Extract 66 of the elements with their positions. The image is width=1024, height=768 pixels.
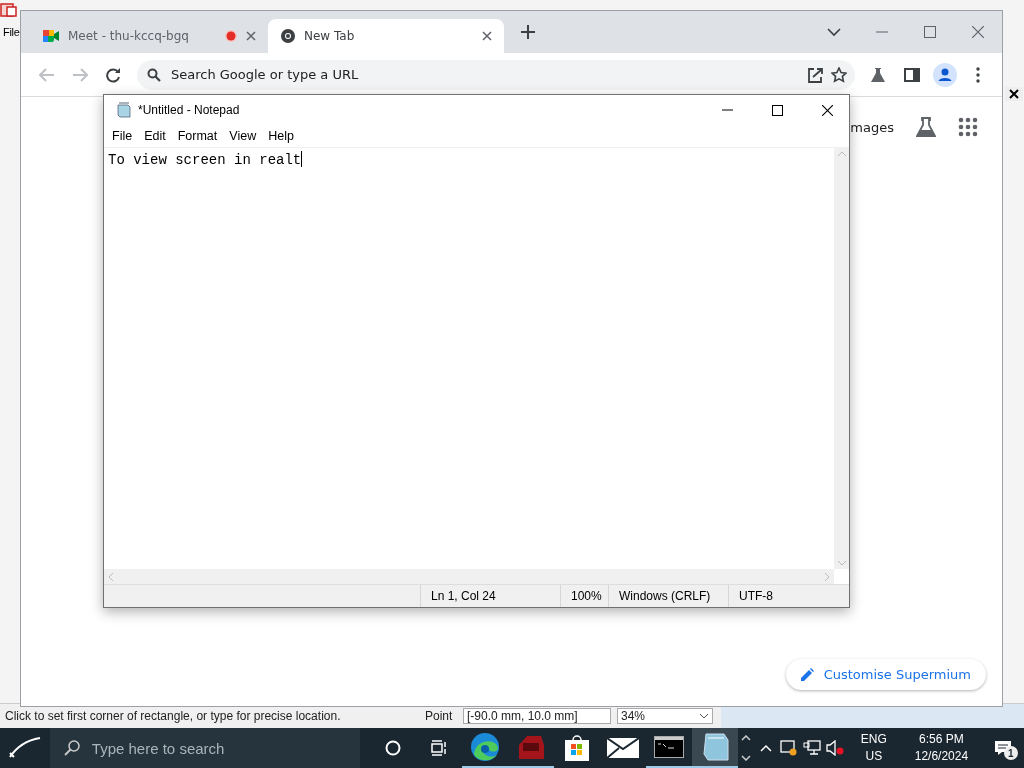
text-area[interactable]: To view screen in realt: [104, 148, 834, 569]
terminal-icon[interactable]: [653, 736, 684, 758]
mail-icon[interactable]: [606, 738, 639, 758]
menu-item[interactable]: File: [0, 26, 20, 38]
close-icon[interactable]: [482, 31, 492, 41]
coordinate-field: [-90.0 mm, 10.0 mm]: [463, 708, 611, 724]
browser-icon[interactable]: [469, 732, 500, 762]
status-text: 100%: [560, 585, 608, 607]
status-text: Windows (CRLF): [608, 585, 728, 607]
clock[interactable]: 6:56 PM 12/6/2024: [900, 728, 982, 768]
menu-item[interactable]: Edit: [138, 129, 172, 143]
time-text: 6:56 PM: [919, 731, 964, 748]
field-label: Point: [425, 709, 454, 723]
zoom-dropdown[interactable]: 34%: [617, 708, 713, 724]
store-icon[interactable]: [563, 734, 590, 762]
notepad-icon: [116, 102, 132, 118]
images-link[interactable]: mages: [850, 119, 894, 135]
menu-item[interactable]: View: [223, 129, 263, 143]
side-panel-icon[interactable]: [903, 67, 920, 82]
region-text: US: [865, 748, 883, 765]
status-text: Click to set first corner of rectangle, or type for precise location.: [4, 709, 342, 723]
browser-tab[interactable]: New Tab: [268, 19, 504, 53]
menu-item[interactable]: Format: [171, 129, 224, 143]
menu-item[interactable]: File: [106, 129, 139, 143]
share-icon[interactable]: [806, 66, 823, 83]
language-indicator[interactable]: ENG US: [846, 728, 901, 768]
window-title: *Untitled - Notepad: [138, 103, 240, 117]
star-icon[interactable]: [830, 66, 847, 83]
search-icon: [147, 67, 161, 82]
camera-icon: [42, 28, 60, 44]
task-view-icon[interactable]: [430, 740, 447, 756]
customise-button[interactable]: Customise Supermium: [785, 659, 986, 690]
notification-badge: 1: [1003, 746, 1018, 760]
network-icon[interactable]: [803, 740, 822, 756]
app-icon[interactable]: [0, 2, 18, 18]
chevron-up-icon[interactable]: [760, 744, 773, 752]
apps-grid-icon[interactable]: [958, 117, 978, 137]
avatar-icon[interactable]: [933, 62, 957, 87]
flask-icon[interactable]: [870, 66, 887, 83]
pencil-icon: [800, 668, 814, 681]
search-field[interactable]: Type here to search: [49, 728, 360, 768]
menu-icon[interactable]: [976, 66, 981, 83]
close-icon[interactable]: [821, 104, 833, 116]
reload-icon[interactable]: [105, 66, 122, 83]
maximize-icon[interactable]: [771, 104, 783, 116]
menu-item[interactable]: Help: [262, 129, 300, 143]
status-text: UTF-8: [728, 585, 849, 607]
circle-icon[interactable]: [384, 740, 401, 756]
tab-title: New Tab: [304, 29, 356, 43]
caret-icon: [699, 713, 709, 719]
language-text: ENG: [860, 731, 887, 748]
start-icon[interactable]: [7, 737, 42, 759]
date-text: 12/6/2024: [914, 748, 969, 765]
chevron-down-icon[interactable]: [827, 27, 841, 37]
status-text: Ln 1, Col 24: [420, 585, 560, 607]
tab-title: Meet - thu-kccq-bgq: [68, 29, 190, 43]
address-bar[interactable]: Search Google or type a URL: [137, 59, 855, 90]
browser-tab[interactable]: Meet - thu-kccq-bgq: [30, 19, 268, 53]
search-icon: [63, 740, 80, 756]
speaker-muted-icon[interactable]: [826, 740, 845, 756]
address-field[interactable]: Search Google or type a URL: [169, 66, 799, 83]
close-icon[interactable]: [1004, 87, 1023, 101]
globe-icon: [280, 28, 296, 44]
plus-icon[interactable]: [521, 25, 535, 39]
flask-icon[interactable]: [916, 117, 936, 137]
monitor-icon[interactable]: [780, 740, 799, 756]
